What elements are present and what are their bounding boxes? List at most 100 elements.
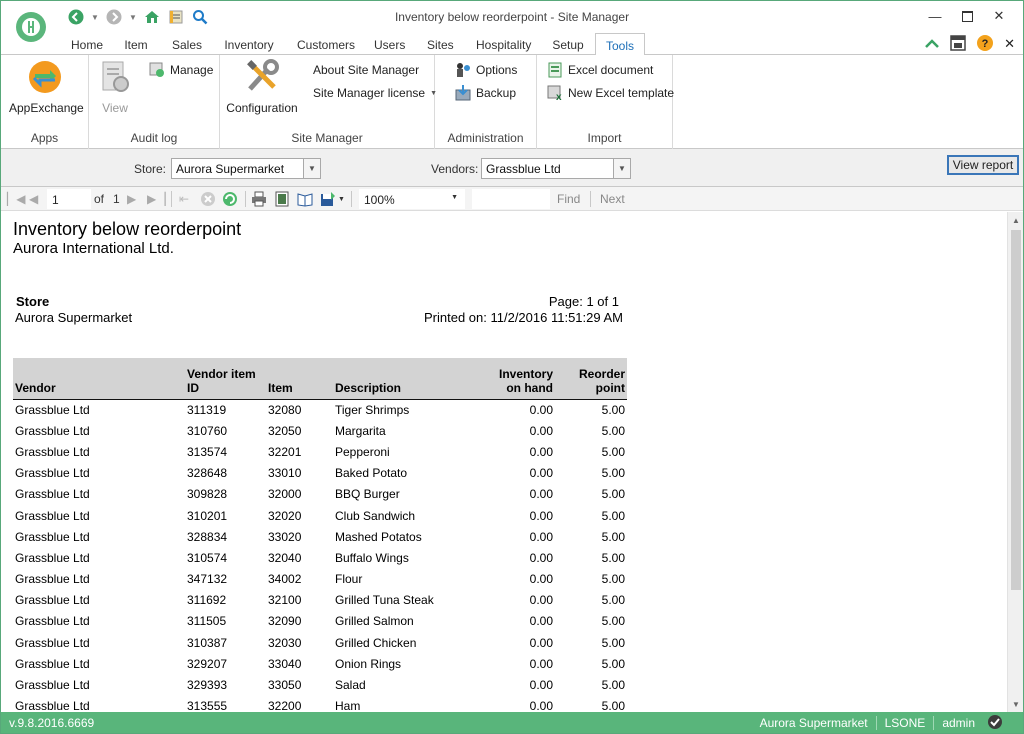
cell-vendor: Grassblue Ltd: [15, 487, 90, 502]
stop-icon[interactable]: [200, 191, 216, 207]
zoom-dropdown-icon: ▼: [451, 194, 458, 201]
minimize-icon[interactable]: —: [919, 5, 951, 27]
report-page-info: Page: 1 of 1: [548, 294, 619, 309]
vendors-combobox[interactable]: Grassblue Ltd ▼: [481, 158, 631, 179]
appexchange-button[interactable]: AppExchange: [9, 59, 84, 115]
col-description: Description: [333, 358, 477, 400]
close-document-icon[interactable]: ✕: [1004, 36, 1015, 52]
tab-hospitality[interactable]: Hospitality: [476, 36, 531, 55]
window-controls: — ✕: [919, 5, 1015, 27]
cell-vendor-item-id: 310574: [187, 550, 228, 565]
cell-item: 32201: [268, 444, 302, 459]
audit-view-button[interactable]: View: [95, 59, 135, 115]
window-layout-icon[interactable]: [950, 34, 966, 54]
collapse-ribbon-icon[interactable]: [924, 37, 940, 52]
tab-tools[interactable]: Tools: [595, 33, 645, 56]
find-button[interactable]: Find: [557, 191, 580, 207]
tab-item[interactable]: Item: [123, 36, 149, 55]
report-table-body: Grassblue Ltd 311319 32080 Tiger Shrimps 0.0…: [13, 399, 627, 712]
excel-document-button[interactable]: Excel document: [547, 61, 653, 79]
page-number-input[interactable]: 1: [47, 189, 91, 209]
ribbon-tabs: Home Item Sales Inventory Customers User…: [1, 33, 1023, 56]
close-icon[interactable]: ✕: [983, 5, 1015, 27]
status-bar: v.9.8.2016.6669 Aurora Supermarket LSONE…: [1, 712, 1023, 733]
tab-sales[interactable]: Sales: [172, 36, 202, 55]
maximize-icon[interactable]: [951, 5, 983, 27]
report-title: Inventory below reorderpoint: [13, 219, 242, 239]
cell-item: 32090: [268, 614, 302, 629]
cell-vendor-item-id: 329393: [187, 678, 228, 693]
cell-inventory-on-hand: 0.00: [529, 656, 553, 671]
status-check-icon[interactable]: [983, 714, 1003, 733]
cell-inventory-on-hand: 0.00: [529, 635, 553, 650]
zoom-select[interactable]: 100% ▼: [359, 189, 465, 209]
refresh-icon[interactable]: [222, 191, 238, 207]
cell-vendor-item-id: 311505: [187, 614, 227, 629]
of-label: of: [94, 192, 105, 206]
tab-home[interactable]: Home: [71, 36, 103, 55]
page-setup-icon[interactable]: [297, 191, 313, 207]
find-input[interactable]: [472, 189, 550, 209]
configuration-button[interactable]: Configuration: [226, 59, 298, 115]
backup-button[interactable]: Backup: [455, 84, 516, 102]
excel-template-icon: x: [547, 85, 563, 101]
report-vertical-scrollbar[interactable]: ▲ ▼: [1007, 212, 1023, 712]
find-next-button[interactable]: Next: [600, 191, 625, 207]
new-excel-template-button[interactable]: x New Excel template: [547, 84, 674, 102]
export-dropdown-icon[interactable]: ▼: [338, 191, 345, 207]
tab-setup[interactable]: Setup: [552, 36, 584, 55]
tab-customers[interactable]: Customers: [297, 36, 355, 55]
tab-inventory[interactable]: Inventory: [223, 36, 275, 55]
svg-text:x: x: [556, 92, 562, 101]
back-report-icon[interactable]: ⇤: [179, 191, 189, 207]
view-report-button[interactable]: View report: [947, 155, 1019, 175]
cell-vendor-item-id: 310760: [187, 423, 228, 438]
site-manager-license-button[interactable]: Site Manager license ▼: [313, 84, 437, 102]
cell-item: 32020: [268, 508, 302, 523]
cell-item: 32040: [268, 550, 302, 565]
cell-vendor: Grassblue Ltd: [15, 572, 90, 587]
help-icon[interactable]: ?: [976, 34, 994, 55]
cell-inventory-on-hand: 0.00: [529, 508, 553, 523]
audit-manage-button[interactable]: Manage: [149, 61, 213, 79]
backup-icon: [455, 85, 471, 101]
cell-description: Ham: [335, 699, 361, 712]
cell-vendor: Grassblue Ltd: [15, 444, 90, 459]
app-logo-icon[interactable]: [14, 10, 48, 44]
cell-item: 32200: [268, 699, 302, 712]
backup-label: Backup: [476, 86, 517, 100]
first-page-icon[interactable]: ▏◀: [7, 191, 25, 207]
print-layout-icon[interactable]: [274, 191, 290, 207]
previous-page-icon[interactable]: ◀: [29, 191, 38, 207]
zoom-value: 100%: [364, 193, 395, 207]
cell-reorder-point: 5.00: [601, 508, 625, 523]
export-icon[interactable]: [320, 191, 336, 207]
cell-item: 32080: [268, 402, 302, 417]
tab-sites[interactable]: Sites: [427, 36, 454, 55]
about-site-manager-label: About Site Manager: [313, 63, 420, 77]
col-item: Item: [266, 358, 333, 400]
last-page-icon[interactable]: ▶▕: [147, 191, 165, 207]
excel-document-icon: [547, 62, 563, 78]
cell-description: Flour: [335, 572, 363, 587]
appexchange-icon: [27, 59, 63, 95]
print-icon[interactable]: [251, 191, 267, 207]
cell-reorder-point: 5.00: [601, 529, 625, 544]
scroll-thumb[interactable]: [1011, 230, 1021, 590]
audit-manage-label: Manage: [170, 63, 214, 77]
cell-vendor: Grassblue Ltd: [15, 678, 90, 693]
options-button[interactable]: Options: [455, 61, 517, 79]
store-dropdown-icon[interactable]: ▼: [303, 159, 320, 178]
cell-description: Onion Rings: [335, 656, 402, 671]
site-manager-license-label: Site Manager license: [313, 86, 426, 100]
store-combobox[interactable]: Aurora Supermarket ▼: [171, 158, 321, 179]
about-site-manager-button[interactable]: About Site Manager: [313, 61, 419, 79]
scroll-down-icon[interactable]: ▼: [1008, 696, 1023, 712]
scroll-up-icon[interactable]: ▲: [1008, 212, 1023, 228]
vendors-dropdown-icon[interactable]: ▼: [613, 159, 630, 178]
next-page-icon[interactable]: ▶: [127, 191, 136, 207]
tab-users[interactable]: Users: [374, 36, 405, 55]
toolbar-separator: [245, 191, 246, 207]
cell-description: Club Sandwich: [335, 508, 416, 523]
cell-vendor-item-id: 328834: [187, 529, 228, 544]
